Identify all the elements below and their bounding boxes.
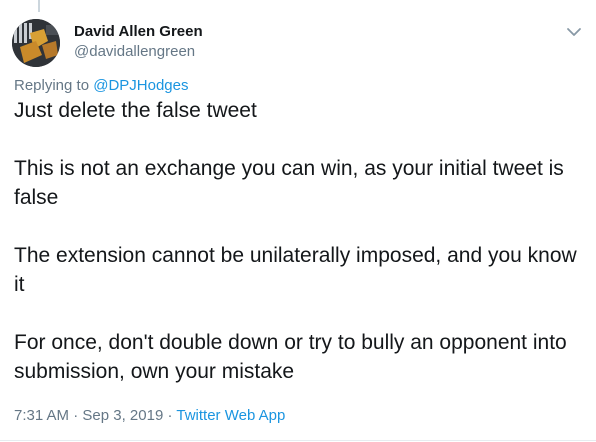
tweet-paragraph: For once, don't double down or try to bu…: [14, 331, 567, 383]
thread-connector-line: [38, 0, 40, 12]
author-name[interactable]: David Allen Green: [74, 22, 203, 42]
chevron-down-icon: [567, 28, 581, 36]
meta-separator: ·: [73, 407, 79, 424]
divider: [0, 440, 596, 441]
tweet-text: Just delete the false tweet This is not …: [14, 96, 582, 386]
avatar-photo-icon: [12, 19, 60, 67]
avatar[interactable]: [12, 19, 60, 67]
tweet-paragraph: Just delete the false tweet: [14, 99, 257, 122]
tweet-date[interactable]: Sep 3, 2019: [82, 407, 163, 424]
tweet-source-link[interactable]: Twitter Web App: [176, 407, 285, 424]
tweet-paragraph: The extension cannot be unilaterally imp…: [14, 244, 577, 296]
tweet-metadata: 7:31 AM · Sep 3, 2019 · Twitter Web App: [14, 406, 285, 426]
replying-to-label: Replying to: [14, 77, 90, 94]
tweet-menu-button[interactable]: [564, 24, 584, 40]
tweet-time[interactable]: 7:31 AM: [14, 407, 69, 424]
replying-to-line: Replying to @DPJHodges: [14, 76, 189, 96]
tweet-paragraph: This is not an exchange you can win, as …: [14, 157, 564, 209]
author-handle[interactable]: @davidallengreen: [74, 42, 195, 62]
replying-to-mention-link[interactable]: @DPJHodges: [93, 77, 188, 94]
meta-separator: ·: [167, 407, 173, 424]
